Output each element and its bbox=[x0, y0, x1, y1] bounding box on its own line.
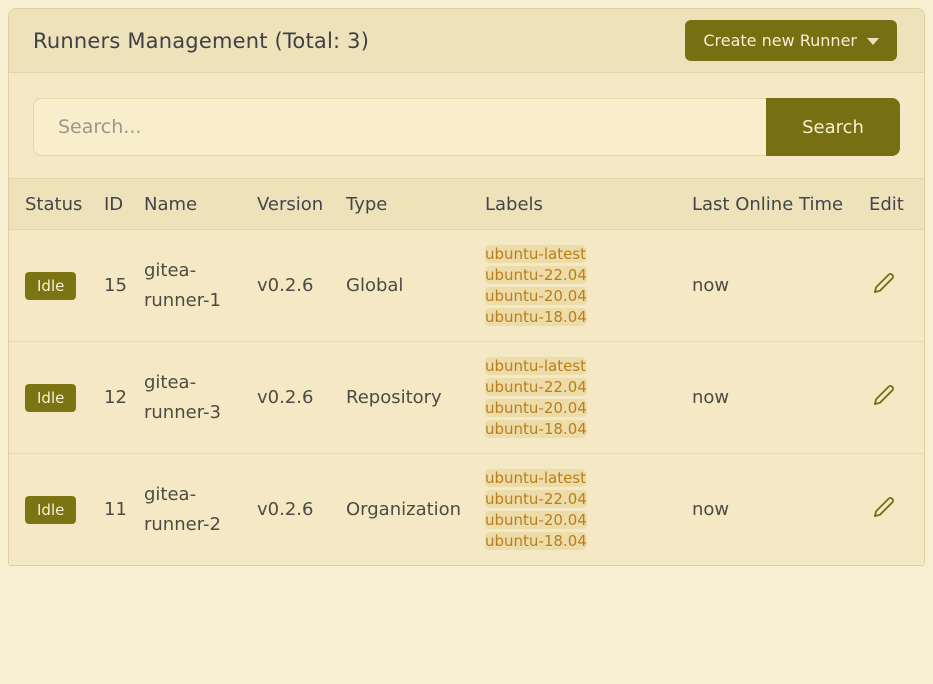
table-row: Idle 11 gitea-runner-2 v0.2.6 Organizati… bbox=[9, 454, 924, 566]
runner-labels: ubuntu-latest ubuntu-22.04 ubuntu-20.04 ubu… bbox=[485, 454, 692, 566]
search-button[interactable]: Search bbox=[766, 98, 900, 156]
table-header-row: Status ID Name Version Type Labels Last … bbox=[9, 179, 924, 230]
col-header-edit: Edit bbox=[861, 179, 924, 230]
runner-version: v0.2.6 bbox=[257, 342, 346, 454]
status-badge: Idle bbox=[25, 496, 76, 524]
runner-labels: ubuntu-latest ubuntu-22.04 ubuntu-20.04 ubu… bbox=[485, 342, 692, 454]
col-header-type: Type bbox=[346, 179, 485, 230]
runner-label-pill: ubuntu-18.04 bbox=[485, 532, 587, 550]
search-input[interactable] bbox=[33, 98, 766, 156]
col-header-last-online: Last Online Time bbox=[692, 179, 861, 230]
col-header-labels: Labels bbox=[485, 179, 692, 230]
search-form: Search bbox=[33, 98, 900, 156]
edit-runner-button[interactable] bbox=[873, 272, 895, 294]
runner-version: v0.2.6 bbox=[257, 230, 346, 342]
runner-id: 15 bbox=[104, 230, 144, 342]
pencil-icon bbox=[873, 272, 895, 294]
create-runner-button[interactable]: Create new Runner bbox=[685, 20, 897, 61]
runners-panel: Runners Management (Total: 3) Create new… bbox=[8, 8, 925, 566]
create-runner-label: Create new Runner bbox=[703, 31, 857, 50]
page-title: Runners Management (Total: 3) bbox=[33, 29, 369, 53]
runner-type: Repository bbox=[346, 342, 485, 454]
chevron-down-icon bbox=[867, 38, 879, 45]
runner-labels: ubuntu-latest ubuntu-22.04 ubuntu-20.04 ubu… bbox=[485, 230, 692, 342]
edit-runner-button[interactable] bbox=[873, 384, 895, 406]
runner-label-pill: ubuntu-22.04 bbox=[485, 266, 587, 284]
runner-label-pill: ubuntu-20.04 bbox=[485, 511, 587, 529]
pencil-icon bbox=[873, 496, 895, 518]
table-row: Idle 12 gitea-runner-3 v0.2.6 Repository… bbox=[9, 342, 924, 454]
runner-label-pill: ubuntu-20.04 bbox=[485, 399, 587, 417]
runner-label-pill: ubuntu-22.04 bbox=[485, 378, 587, 396]
runner-label-pill: ubuntu-18.04 bbox=[485, 420, 587, 438]
col-header-id: ID bbox=[104, 179, 144, 230]
last-online-time: now bbox=[692, 230, 861, 342]
runner-label-pill: ubuntu-20.04 bbox=[485, 287, 587, 305]
runner-type: Global bbox=[346, 230, 485, 342]
status-badge: Idle bbox=[25, 384, 76, 412]
runner-label-pill: ubuntu-22.04 bbox=[485, 490, 587, 508]
runners-table: Status ID Name Version Type Labels Last … bbox=[9, 178, 924, 565]
runner-type: Organization bbox=[346, 454, 485, 566]
last-online-time: now bbox=[692, 342, 861, 454]
col-header-status: Status bbox=[9, 179, 104, 230]
runner-label-pill: ubuntu-latest bbox=[485, 357, 586, 375]
col-header-name: Name bbox=[144, 179, 257, 230]
table-row: Idle 15 gitea-runner-1 v0.2.6 Global ubu… bbox=[9, 230, 924, 342]
panel-header: Runners Management (Total: 3) Create new… bbox=[9, 9, 924, 73]
runner-name: gitea-runner-2 bbox=[144, 454, 257, 566]
runner-id: 11 bbox=[104, 454, 144, 566]
search-section: Search bbox=[9, 73, 924, 178]
status-badge: Idle bbox=[25, 272, 76, 300]
edit-runner-button[interactable] bbox=[873, 496, 895, 518]
runner-name: gitea-runner-3 bbox=[144, 342, 257, 454]
runner-label-pill: ubuntu-18.04 bbox=[485, 308, 587, 326]
pencil-icon bbox=[873, 384, 895, 406]
last-online-time: now bbox=[692, 454, 861, 566]
runner-id: 12 bbox=[104, 342, 144, 454]
runner-label-pill: ubuntu-latest bbox=[485, 469, 586, 487]
runner-version: v0.2.6 bbox=[257, 454, 346, 566]
runner-label-pill: ubuntu-latest bbox=[485, 245, 586, 263]
runner-name: gitea-runner-1 bbox=[144, 230, 257, 342]
col-header-version: Version bbox=[257, 179, 346, 230]
